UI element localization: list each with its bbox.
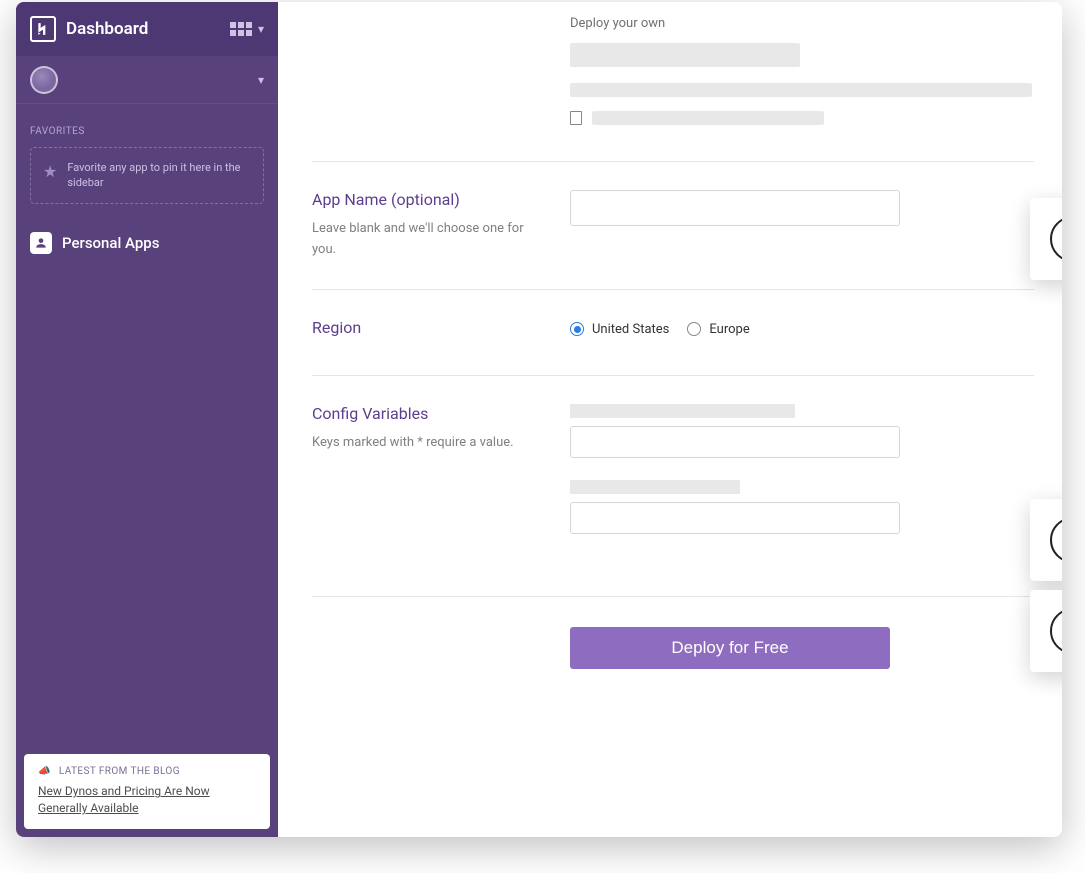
config-input-private-key[interactable] xyxy=(570,502,900,534)
tooltip-app-name: I Your app name. xyxy=(1030,198,1062,280)
text-cursor-icon: I xyxy=(1050,216,1062,262)
skeleton-repo-row xyxy=(570,111,1034,125)
region-radio-group: United States Europe xyxy=(570,322,1034,337)
section-deploy-button: Deploy for Free xyxy=(312,596,1034,669)
tooltip-private-key: I API Private Key xyxy=(1030,590,1062,672)
config-title: Config Variables xyxy=(312,404,550,423)
person-icon xyxy=(30,232,52,254)
blog-card[interactable]: 📣 LATEST FROM THE BLOG New Dynos and Pri… xyxy=(24,754,270,829)
skeleton-config-label xyxy=(570,480,740,494)
skeleton-repo xyxy=(592,111,824,125)
tooltip-public-key: I API Public Key xyxy=(1030,499,1062,581)
app-switcher-button[interactable]: ▾ xyxy=(230,22,264,36)
sidebar-item-personal-apps[interactable]: Personal Apps xyxy=(16,222,278,264)
megaphone-icon: 📣 xyxy=(38,766,51,777)
config-field-private-key xyxy=(570,480,1034,534)
star-icon: ★ xyxy=(43,162,57,181)
blog-heading: LATEST FROM THE BLOG xyxy=(59,766,180,777)
favorites-empty-box: ★ Favorite any app to pin it here in the… xyxy=(30,147,264,204)
text-cursor-icon: I xyxy=(1050,608,1062,654)
text-cursor-icon: I xyxy=(1050,517,1062,563)
chevron-down-icon: ▾ xyxy=(258,73,264,87)
deploy-button[interactable]: Deploy for Free xyxy=(570,627,890,669)
config-field-public-key xyxy=(570,404,1034,458)
heroku-logo-icon xyxy=(30,16,56,42)
sidebar-item-label: Personal Apps xyxy=(62,234,159,252)
sidebar-header: Dashboard ▾ xyxy=(16,2,278,56)
book-icon xyxy=(570,111,582,125)
app-name-hint: Leave blank and we'll choose one for you… xyxy=(312,219,550,261)
blog-heading-row: 📣 LATEST FROM THE BLOG xyxy=(38,766,256,777)
section-app-name: App Name (optional) Leave blank and we'l… xyxy=(312,161,1034,289)
brand-title: Dashboard xyxy=(66,19,220,39)
app-window: Dashboard ▾ ▾ FAVORITES ★ Favorite any a… xyxy=(16,2,1062,837)
skeleton-title xyxy=(570,43,800,67)
region-option-us[interactable]: United States xyxy=(570,322,669,337)
region-title: Region xyxy=(312,318,550,337)
main-panel: Deploy your own App Name (optional) Leav… xyxy=(278,2,1062,837)
radio-icon xyxy=(570,322,584,336)
region-label-us: United States xyxy=(592,322,669,337)
blog-title-link[interactable]: New Dynos and Pricing Are Now Generally … xyxy=(38,783,256,817)
config-input-public-key[interactable] xyxy=(570,426,900,458)
section-region: Region United States Europe xyxy=(312,289,1034,375)
grid-icon xyxy=(230,22,252,36)
radio-icon xyxy=(687,322,701,336)
app-name-input[interactable] xyxy=(570,190,900,226)
favorites-heading: FAVORITES xyxy=(16,104,278,147)
deploy-own-label: Deploy your own xyxy=(570,16,1034,31)
sidebar: Dashboard ▾ ▾ FAVORITES ★ Favorite any a… xyxy=(16,2,278,837)
section-config-vars: Config Variables Keys marked with * requ… xyxy=(312,375,1034,584)
region-option-eu[interactable]: Europe xyxy=(687,322,749,337)
section-deploy-own: Deploy your own xyxy=(312,16,1034,161)
account-dropdown[interactable]: ▾ xyxy=(16,56,278,104)
config-hint: Keys marked with * require a value. xyxy=(312,433,550,454)
favorites-empty-text: Favorite any app to pin it here in the s… xyxy=(67,160,251,191)
skeleton-desc xyxy=(570,83,1032,97)
app-name-title: App Name (optional) xyxy=(312,190,550,209)
chevron-down-icon: ▾ xyxy=(258,22,264,36)
avatar xyxy=(30,66,58,94)
skeleton-config-label xyxy=(570,404,795,418)
region-label-eu: Europe xyxy=(709,322,749,337)
